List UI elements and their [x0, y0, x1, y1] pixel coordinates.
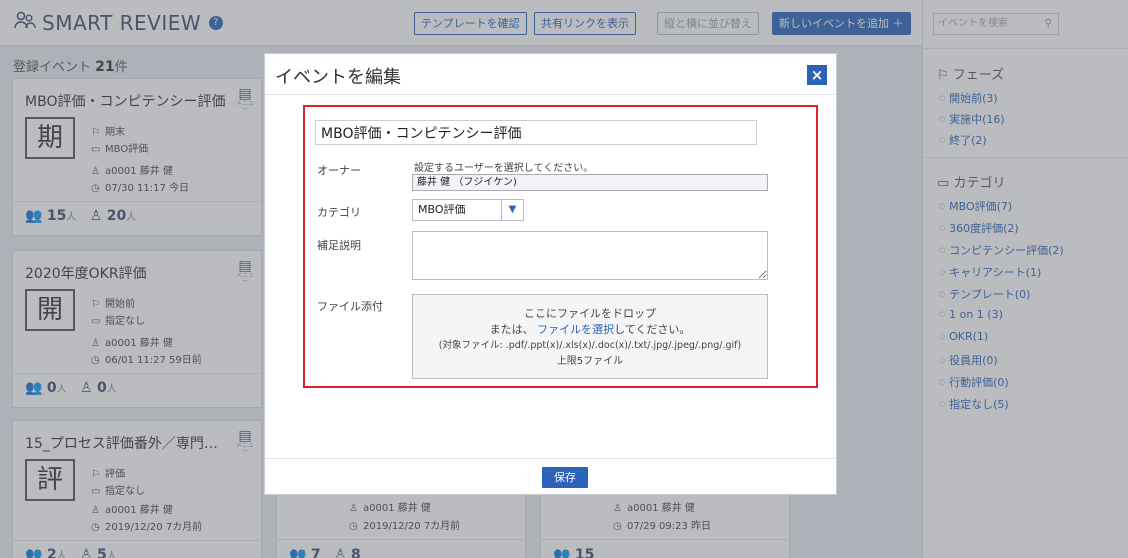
- file-limit: 上限5ファイル: [556, 356, 624, 367]
- file-drop-zone[interactable]: ここにファイルをドロップ または、 ファイルを選択してください。 (対象ファイル…: [412, 294, 768, 379]
- note-label: 補足説明: [317, 239, 361, 252]
- owner-select-field[interactable]: 藤井 健 （フジイケン): [412, 174, 768, 191]
- dialog-header-divider: [265, 94, 836, 95]
- category-selected-value: MBO評価: [418, 203, 466, 216]
- close-icon[interactable]: ×: [807, 65, 827, 85]
- edit-event-dialog: イベントを編集 × オーナー 設定するユーザーを選択してください。 藤井 健 （…: [264, 53, 837, 495]
- category-select[interactable]: MBO評価 ▼: [412, 199, 524, 221]
- attach-label: ファイル添付: [317, 300, 383, 313]
- drop-select-line: または、 ファイルを選択してください。: [489, 323, 691, 336]
- event-name-input[interactable]: [315, 120, 757, 145]
- save-button[interactable]: 保存: [542, 467, 588, 488]
- file-select-link[interactable]: ファイルを選択: [537, 323, 614, 336]
- edit-form-highlight: オーナー 設定するユーザーを選択してください。 藤井 健 （フジイケン) カテゴ…: [303, 105, 818, 388]
- chevron-down-icon[interactable]: ▼: [501, 200, 523, 220]
- dialog-footer-divider: [265, 458, 836, 459]
- drop-instruction: ここにファイルをドロップ: [524, 307, 656, 320]
- note-textarea[interactable]: [412, 231, 768, 280]
- category-label: カテゴリ: [317, 206, 361, 219]
- dialog-title: イベントを編集: [275, 67, 401, 88]
- allowed-file-types: (対象ファイル: .pdf/.ppt(x)/.xls(x)/.doc(x)/.t…: [438, 340, 742, 351]
- owner-label: オーナー: [317, 164, 361, 177]
- owner-hint: 設定するユーザーを選択してください。: [414, 163, 594, 174]
